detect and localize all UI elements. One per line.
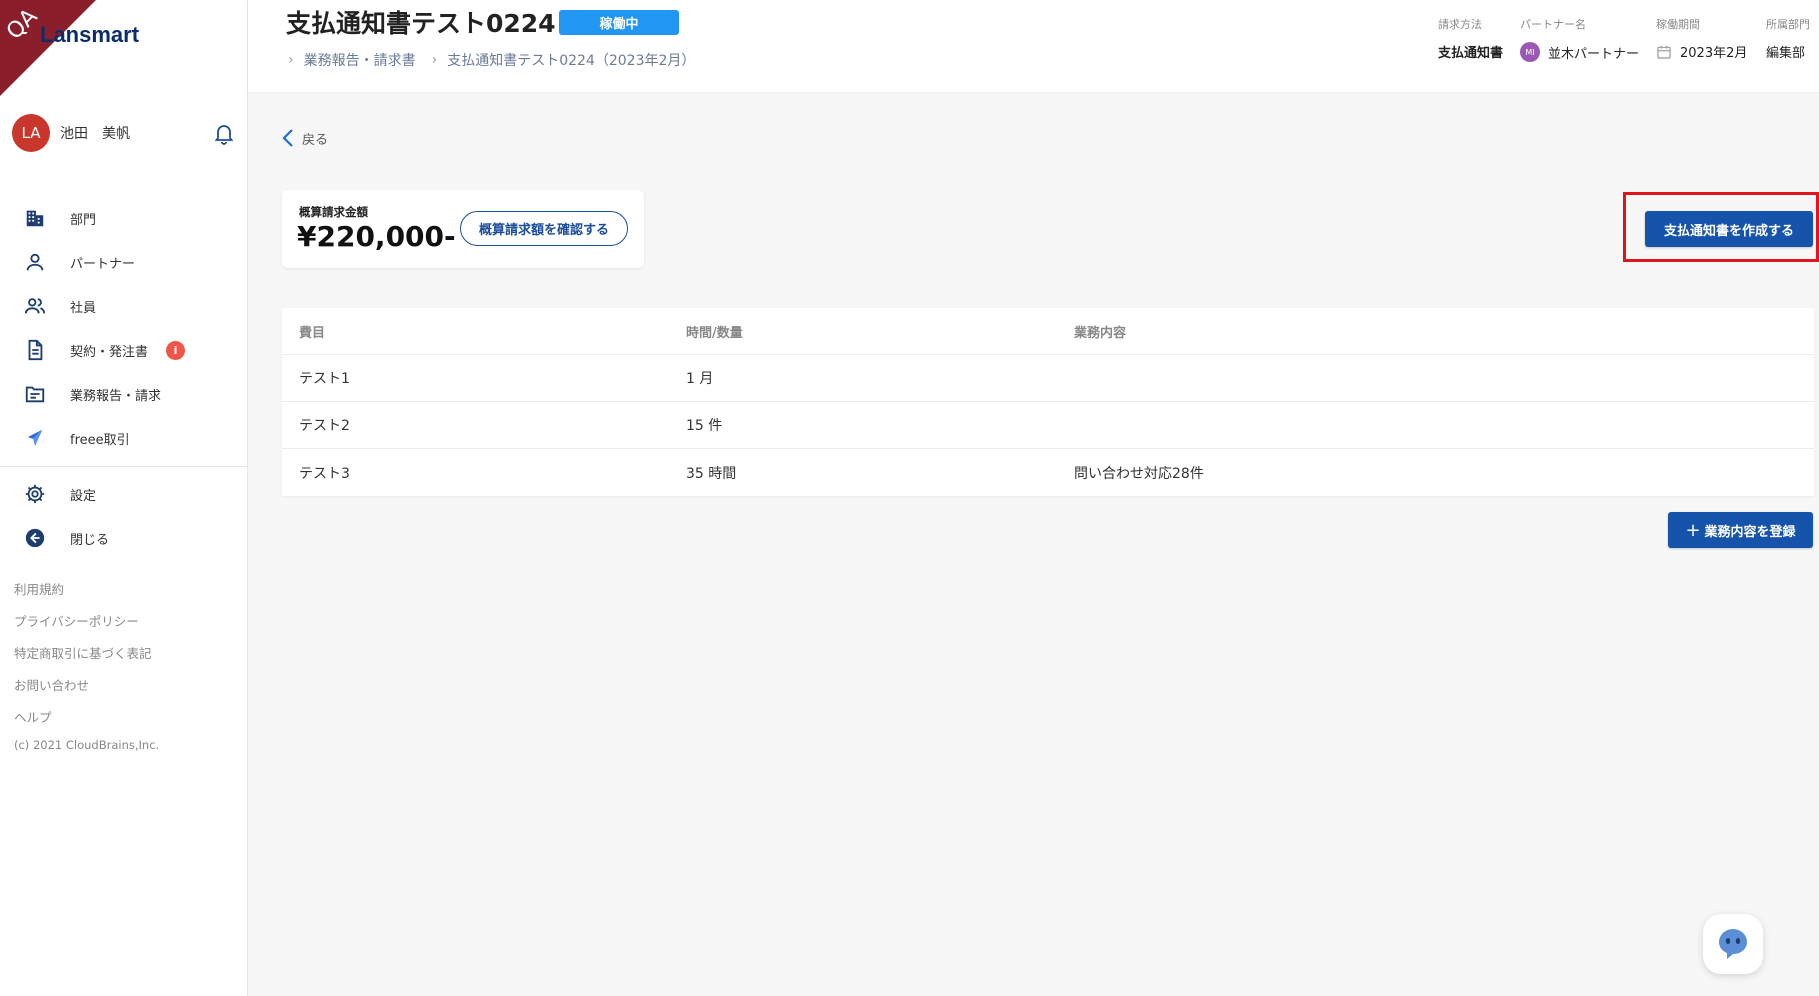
user-row: LA 池田 美帆 — [12, 113, 234, 153]
confirm-estimate-button[interactable]: 概算請求額を確認する — [460, 211, 628, 246]
cell-quantity: 15 件 — [686, 418, 723, 434]
billing-method-label: 請求方法 — [1438, 18, 1482, 31]
cell-description: 問い合わせ対応28件 — [1074, 465, 1204, 482]
sidebar-item-contracts[interactable]: 契約・発注書 i — [0, 328, 247, 372]
calendar-icon — [1657, 45, 1671, 59]
chatbot-icon — [1719, 929, 1747, 959]
column-header-item: 費目 — [299, 325, 326, 341]
chevron-right-icon: › — [288, 52, 294, 68]
logo[interactable]: Lansmart — [40, 22, 139, 48]
cell-item: テスト3 — [299, 465, 350, 482]
sidebar-item-label: 契約・発注書 — [70, 344, 149, 360]
department-value: 編集部 — [1766, 42, 1805, 61]
sidebar-item-employees[interactable]: 社員 — [0, 284, 247, 328]
estimated-amount-label: 概算請求金額 — [299, 205, 368, 219]
cell-quantity: 1 月 — [686, 371, 714, 387]
register-work-button[interactable]: + 業務内容を登録 — [1668, 512, 1813, 548]
info-badge: i — [166, 340, 186, 360]
status-badge: 稼働中 — [559, 10, 679, 35]
people-icon — [24, 298, 46, 314]
footer-link-terms[interactable]: 利用規約 — [14, 574, 152, 606]
sidebar-item-close[interactable]: 閉じる — [0, 516, 247, 560]
table-row[interactable]: テスト3 35 時間 問い合わせ対応28件 — [282, 449, 1814, 496]
partner-avatar: MI — [1520, 42, 1540, 62]
person-icon — [26, 253, 44, 271]
period-value: 2023年2月 — [1656, 42, 1747, 61]
sidebar-item-label: 部門 — [70, 212, 97, 228]
sidebar-item-reports[interactable]: 業務報告・請求 — [0, 372, 247, 416]
sidebar-nav: 部門 パートナー 社員 契約・発注書 i 業務報告・請求 freee取引 — [0, 196, 247, 460]
breadcrumb-item-current: 支払通知書テスト0224（2023年2月） — [447, 53, 696, 69]
collapse-arrow-icon — [25, 528, 45, 548]
estimated-amount-value: ¥220,000- — [297, 220, 456, 253]
breadcrumb-item[interactable]: 業務報告・請求書 — [304, 50, 416, 70]
department-text: 編集部 — [1766, 46, 1806, 61]
cell-item: テスト2 — [299, 418, 350, 434]
footer-link-contact[interactable]: お問い合わせ — [14, 670, 152, 702]
freee-icon — [27, 429, 43, 447]
cell-item: テスト1 — [299, 371, 350, 387]
plus-icon: + — [1685, 519, 1701, 541]
period-text: 2023年2月 — [1680, 46, 1748, 61]
page-title: 支払通知書テスト0224 — [286, 9, 556, 38]
billing-method-text: 支払通知書 — [1438, 46, 1504, 61]
sidebar-item-partners[interactable]: パートナー — [0, 240, 247, 284]
page-header: 支払通知書テスト0224 稼働中 › 業務報告・請求書 › 支払通知書テスト02… — [248, 0, 1819, 92]
footer-link-commercial[interactable]: 特定商取引に基づく表記 — [14, 638, 152, 670]
cell-quantity: 35 時間 — [686, 465, 737, 482]
column-header-description: 業務内容 — [1074, 325, 1127, 341]
sidebar-item-label: freee取引 — [70, 432, 130, 448]
bell-icon[interactable] — [212, 121, 236, 145]
work-items-table: 費目 時間/数量 業務内容 テスト1 1 月 テスト2 15 件 テスト3 35… — [282, 308, 1814, 496]
partner-label: パートナー名 — [1520, 18, 1586, 31]
sidebar-item-departments[interactable]: 部門 — [0, 196, 247, 240]
footer-link-privacy[interactable]: プライバシーポリシー — [14, 606, 152, 638]
avatar[interactable]: LA — [12, 114, 50, 152]
estimated-amount-card: 概算請求金額 ¥220,000- 概算請求額を確認する — [282, 190, 644, 268]
sidebar-divider — [0, 466, 247, 467]
sidebar: QA Lansmart LA 池田 美帆 部門 パートナー 社員 契約・発注書 … — [0, 0, 248, 996]
footer-links: 利用規約 プライバシーポリシー 特定商取引に基づく表記 お問い合わせ ヘルプ — [14, 574, 152, 734]
sidebar-item-settings[interactable]: 設定 — [0, 472, 247, 516]
back-label: 戻る — [302, 132, 329, 148]
footer-link-help[interactable]: ヘルプ — [14, 702, 152, 734]
create-payment-notice-button[interactable]: 支払通知書を作成する — [1645, 211, 1813, 247]
sidebar-secondary-nav: 設定 閉じる — [0, 472, 247, 560]
breadcrumb: › 業務報告・請求書 › 支払通知書テスト0224（2023年2月） — [286, 50, 709, 70]
sidebar-item-label: 業務報告・請求 — [70, 388, 162, 404]
period-label: 稼働期間 — [1656, 18, 1700, 31]
logo-text: Lansmart — [40, 22, 140, 47]
table-header-row: 費目 時間/数量 業務内容 — [282, 308, 1814, 355]
table-row[interactable]: テスト2 15 件 — [282, 402, 1814, 449]
sidebar-item-label: 設定 — [70, 488, 97, 504]
document-icon — [28, 339, 43, 361]
register-work-label: 業務内容を登録 — [1704, 524, 1796, 540]
building-icon — [26, 210, 44, 227]
folder-icon — [25, 386, 45, 403]
user-name: 池田 美帆 — [60, 126, 130, 142]
gear-icon — [25, 484, 45, 504]
chevron-left-icon — [282, 129, 293, 147]
chevron-right-icon: › — [431, 52, 438, 68]
column-header-quantity: 時間/数量 — [686, 325, 743, 341]
sidebar-item-label: 社員 — [70, 300, 97, 316]
billing-method-value: 支払通知書 — [1438, 42, 1503, 61]
partner-name: 並木パートナー — [1548, 46, 1640, 62]
sidebar-item-label: パートナー — [70, 256, 136, 272]
sidebar-item-freee[interactable]: freee取引 — [0, 416, 247, 460]
partner-value: MI 並木パートナー — [1520, 42, 1639, 62]
table-row[interactable]: テスト1 1 月 — [282, 355, 1814, 402]
back-link[interactable]: 戻る — [282, 128, 328, 148]
copyright: (c) 2021 CloudBrains,Inc. — [14, 738, 160, 752]
sidebar-item-label: 閉じる — [70, 532, 110, 548]
department-label: 所属部門 — [1766, 18, 1810, 31]
chat-support-button[interactable] — [1703, 914, 1763, 974]
